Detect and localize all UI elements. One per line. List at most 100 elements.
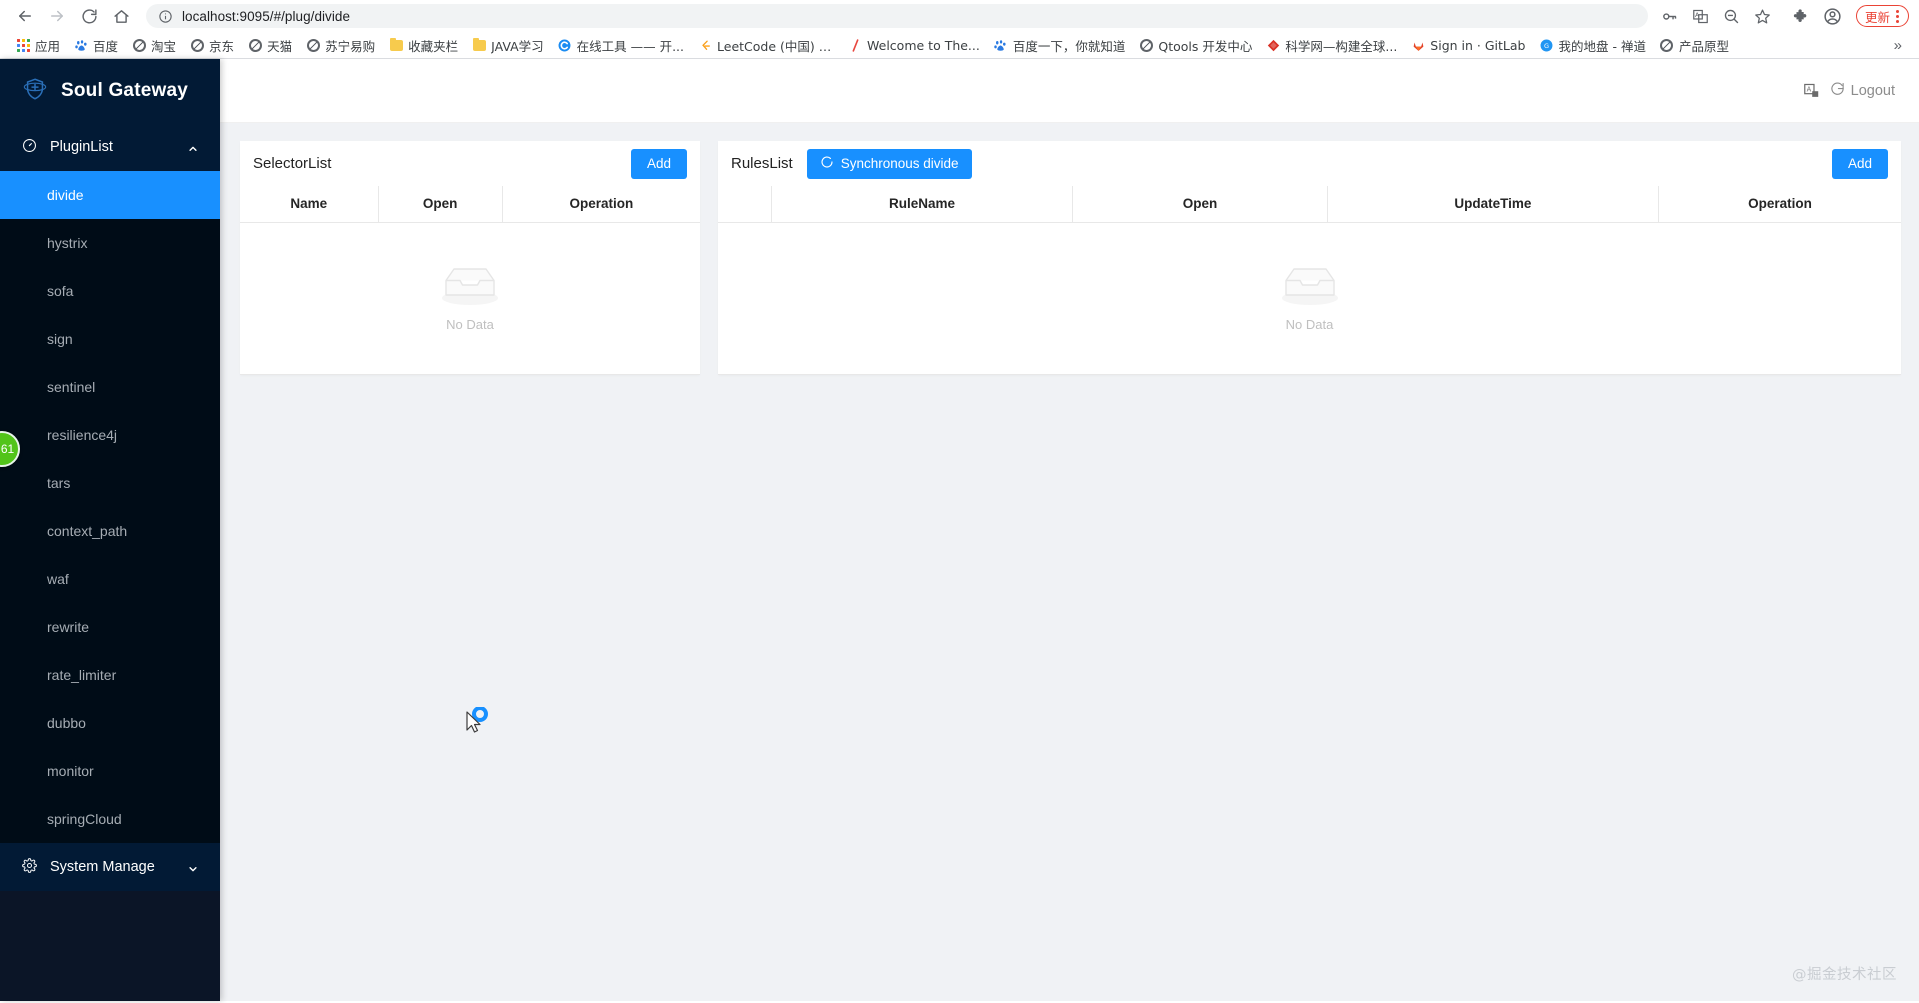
bookmark-prototype[interactable]: 产品原型 — [1653, 34, 1736, 57]
zoom-out-icon[interactable] — [1718, 2, 1746, 30]
column-header-operation: Operation — [502, 186, 700, 223]
bookmark-label: 产品原型 — [1678, 38, 1729, 54]
sidebar-item-springcloud[interactable]: springCloud — [0, 795, 220, 843]
chevron-up-icon — [188, 142, 198, 152]
sidebar-item-sign[interactable]: sign — [0, 315, 220, 363]
bookmark-welcome-the[interactable]: Welcome to The... — [841, 36, 987, 55]
rules-list-panel: RulesList Synchronous divide Add RuleNam… — [718, 141, 1901, 375]
column-header-operation: Operation — [1658, 186, 1901, 223]
sidebar-submenu-pluginlist: divide hystrix sofa sign sentinel resili… — [0, 171, 220, 843]
bookmark-gitlab[interactable]: Sign in · GitLab — [1404, 36, 1532, 55]
forward-arrow-icon[interactable] — [42, 1, 72, 31]
bookmarks-bar: 应用 百度 淘宝 京东 天猫 苏宁易购 收藏夹栏 JAVA学习 在线工具 —— … — [0, 32, 1919, 58]
refresh-icon — [820, 155, 834, 172]
slash-icon — [848, 38, 862, 52]
bookmark-baidu[interactable]: 百度 — [67, 34, 125, 57]
leetcode-icon — [698, 38, 712, 52]
sidebar-item-waf[interactable]: waf — [0, 555, 220, 603]
bookmark-sciencenet[interactable]: 科学网—构建全球... — [1259, 34, 1404, 57]
account-circle-icon[interactable] — [1819, 2, 1847, 30]
address-bar[interactable]: localhost:9095/#/plug/divide — [146, 4, 1648, 28]
sidebar-item-monitor[interactable]: monitor — [0, 747, 220, 795]
dashboard-icon — [22, 138, 37, 157]
rules-add-button[interactable]: Add — [1831, 148, 1888, 179]
bookmark-folder-java[interactable]: JAVA学习 — [465, 34, 551, 57]
sidebar-item-rewrite[interactable]: rewrite — [0, 603, 220, 651]
sidebar-item-resilience4j[interactable]: resilience4j — [0, 411, 220, 459]
info-circle-icon — [158, 9, 173, 24]
sidebar-item-sofa[interactable]: sofa — [0, 267, 220, 315]
home-icon[interactable] — [106, 1, 136, 31]
baidu-paw-icon — [74, 38, 88, 52]
sidebar-item-label: rewrite — [47, 619, 90, 635]
update-button[interactable]: 更新 — [1855, 5, 1909, 27]
password-key-icon[interactable] — [1656, 2, 1684, 30]
back-arrow-icon[interactable] — [10, 1, 40, 31]
apps-grid-icon — [16, 38, 30, 52]
synchronous-divide-button[interactable]: Synchronous divide — [806, 148, 972, 179]
c-circle-icon — [558, 38, 572, 52]
sidebar-item-context-path[interactable]: context_path — [0, 507, 220, 555]
sidebar-group-pluginlist[interactable]: PluginList — [0, 123, 220, 171]
bookmark-baidu-search[interactable]: 百度一下，你就知道 — [987, 34, 1133, 57]
bookmark-apps[interactable]: 应用 — [9, 34, 67, 57]
bookmark-label: 百度一下，你就知道 — [1012, 38, 1126, 54]
sidebar-item-dubbo[interactable]: dubbo — [0, 699, 220, 747]
browser-menu-icon[interactable] — [1893, 9, 1902, 23]
sidebar-item-sentinel[interactable]: sentinel — [0, 363, 220, 411]
bookmark-qtools[interactable]: Qtools 开发中心 — [1132, 34, 1259, 57]
selector-empty-cell: No Data — [240, 222, 700, 375]
bookmark-folder-favorites[interactable]: 收藏夹栏 — [382, 34, 465, 57]
sidebar-item-divide[interactable]: divide — [0, 171, 220, 219]
brand-header[interactable]: Soul Gateway — [0, 59, 220, 123]
bookmark-tmall[interactable]: 天猫 — [241, 34, 299, 57]
bookmark-label: LeetCode (中国) -... — [717, 38, 835, 54]
bookmark-label: 百度 — [93, 38, 119, 54]
translate-icon[interactable]: A — [1687, 2, 1715, 30]
translate-icon[interactable]: A — [1803, 82, 1821, 100]
bookmarks-overflow-icon[interactable]: » — [1886, 37, 1910, 54]
selector-add-button[interactable]: Add — [630, 148, 687, 179]
bookmark-suning[interactable]: 苏宁易购 — [299, 34, 382, 57]
selector-table: Name Open Operation No Data — [240, 186, 700, 375]
sidebar-group-system-manage[interactable]: System Manage — [0, 843, 220, 891]
brand-title: Soul Gateway — [61, 80, 188, 101]
selector-empty-row: No Data — [240, 222, 700, 375]
app-root: Soul Gateway PluginList divide hystrix s… — [0, 59, 1919, 1001]
empty-state: No Data — [718, 265, 1901, 332]
empty-state-label: No Data — [1285, 316, 1334, 332]
sidebar-item-tars[interactable]: tars — [0, 459, 220, 507]
selector-panel-header: SelectorList Add — [240, 141, 700, 186]
bookmark-online-tools[interactable]: 在线工具 —— 开... — [551, 34, 691, 57]
bookmark-label: 应用 — [35, 38, 61, 54]
reload-icon[interactable] — [74, 1, 104, 31]
column-header-name: Name — [240, 186, 379, 223]
bookmark-taobao[interactable]: 淘宝 — [125, 34, 183, 57]
column-header-open: Open — [378, 186, 503, 223]
column-header-updatetime: UpdateTime — [1327, 186, 1659, 223]
bookmark-star-icon[interactable] — [1749, 2, 1777, 30]
sidebar-item-label: sentinel — [47, 379, 96, 395]
sidebar-item-label: dubbo — [47, 715, 86, 731]
bookmark-leetcode[interactable]: LeetCode (中国) -... — [691, 34, 841, 57]
rules-empty-row: No Data — [718, 222, 1901, 375]
sidebar-group-label: System Manage — [50, 859, 155, 875]
sidebar-item-label: divide — [47, 187, 84, 203]
sidebar-menu: PluginList divide hystrix sofa sign sent… — [0, 123, 220, 1001]
bookmark-zentao[interactable]: G 我的地盘 - 禅道 — [1532, 34, 1652, 57]
bookmark-label: Sign in · GitLab — [1430, 37, 1526, 53]
svg-text:G: G — [1544, 41, 1549, 49]
empty-box-icon — [1278, 265, 1342, 311]
puzzle-piece-icon[interactable] — [1788, 2, 1816, 30]
bookmark-jd[interactable]: 京东 — [183, 34, 241, 57]
bookmark-label: 淘宝 — [151, 38, 177, 54]
logout-button[interactable]: Logout — [1830, 81, 1895, 101]
update-label: 更新 — [1864, 9, 1890, 25]
baidu-paw-icon — [994, 38, 1008, 52]
sidebar-item-rate-limiter[interactable]: rate_limiter — [0, 651, 220, 699]
bookmark-label: 收藏夹栏 — [408, 38, 459, 54]
globe-icon — [306, 38, 320, 52]
rules-panel-title: RulesList — [731, 155, 793, 172]
selector-table-header-row: Name Open Operation — [240, 186, 700, 223]
sidebar-item-hystrix[interactable]: hystrix — [0, 219, 220, 267]
